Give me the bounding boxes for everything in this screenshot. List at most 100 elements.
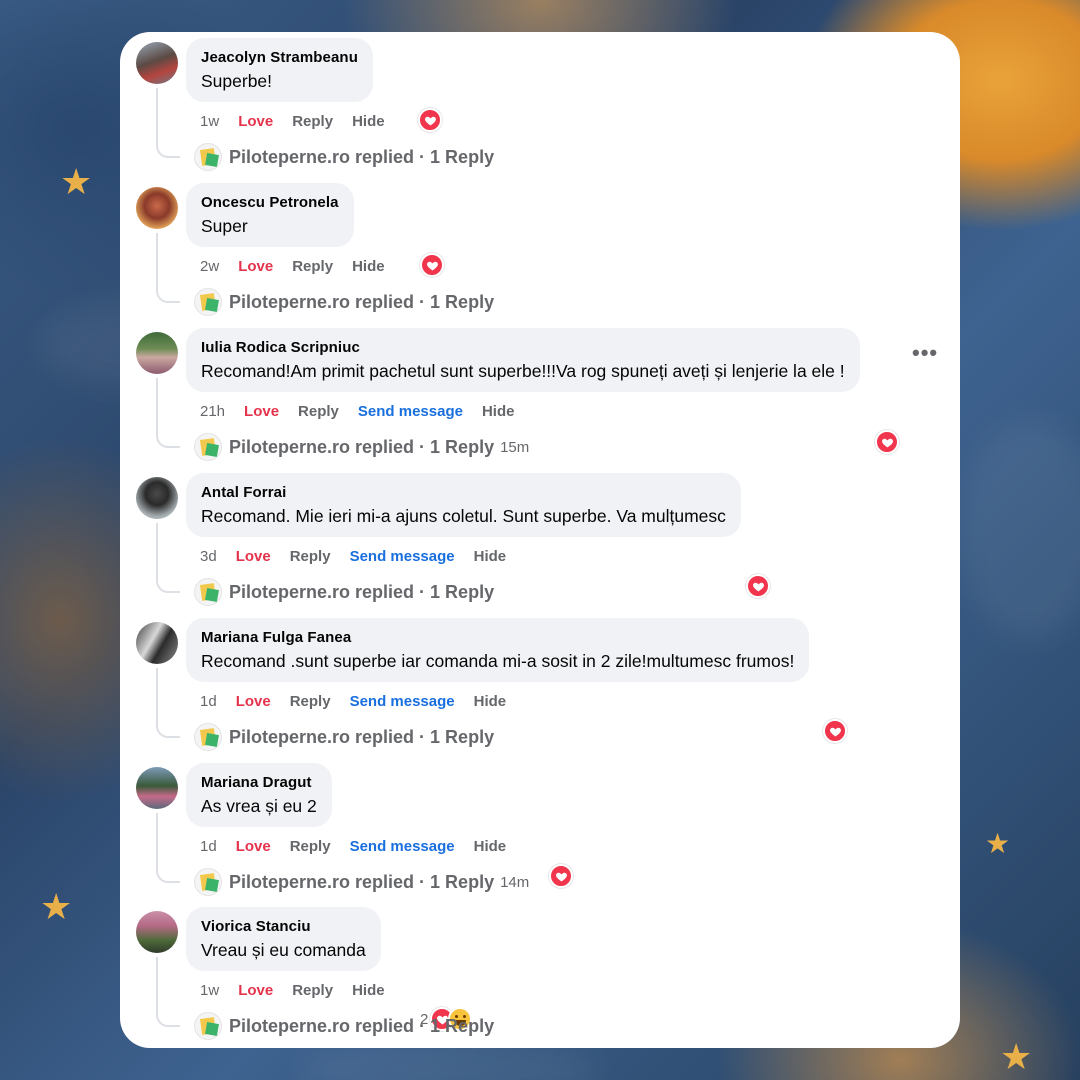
reply-button[interactable]: Reply [290, 838, 331, 855]
thread-line [156, 233, 180, 303]
replied-page-name[interactable]: Piloteperne.ro [229, 1016, 350, 1037]
replied-row[interactable]: Piloteperne.ro replied · 1 Reply [194, 578, 494, 606]
page-avatar-icon [194, 723, 222, 751]
comment-author[interactable]: Antal Forrai [201, 484, 726, 501]
reply-button[interactable]: Reply [292, 113, 333, 130]
comment-time[interactable]: 21h [200, 403, 225, 420]
comment-bubble: Mariana Fulga Fanea Recomand .sunt super… [186, 618, 810, 682]
love-button[interactable]: Love [238, 982, 273, 999]
reply-button[interactable]: Reply [290, 548, 331, 565]
love-button[interactable]: Love [238, 258, 273, 275]
comment-author[interactable]: Viorica Stanciu [201, 918, 366, 935]
replied-row[interactable]: Piloteperne.ro replied · 1 Reply 14m [194, 868, 529, 896]
comment-time[interactable]: 1w [200, 982, 219, 999]
comment-author[interactable]: Iulia Rodica Scripniuc [201, 339, 845, 356]
hide-button[interactable]: Hide [474, 548, 507, 565]
comments-panel: Jeacolyn Strambeanu Superbe! 1w Love Rep… [120, 32, 960, 1048]
replied-row[interactable]: Piloteperne.ro replied · 1 Reply [194, 1012, 494, 1040]
replied-time[interactable]: 15m [500, 439, 529, 456]
comment-text: As vrea și eu 2 [201, 796, 317, 816]
page-avatar-icon [194, 868, 222, 896]
replied-page-name[interactable]: Piloteperne.ro [229, 582, 350, 603]
heart-reaction-icon[interactable] [418, 108, 442, 132]
page-avatar-icon [194, 143, 222, 171]
send-message-button[interactable]: Send message [350, 693, 455, 710]
love-button[interactable]: Love [236, 838, 271, 855]
comment-actions: 1d Love Reply Send message Hide [200, 690, 525, 712]
hide-button[interactable]: Hide [482, 403, 515, 420]
thread-line [156, 378, 180, 448]
hide-button[interactable]: Hide [352, 113, 385, 130]
replied-page-name[interactable]: Piloteperne.ro [229, 292, 350, 313]
avatar[interactable] [136, 477, 178, 519]
replied-page-name[interactable]: Piloteperne.ro [229, 872, 350, 893]
comment-text: Vreau și eu comanda [201, 940, 366, 960]
star-icon: ★ [1000, 1037, 1033, 1078]
comment-item: Mariana Fulga Fanea Recomand .sunt super… [120, 612, 960, 757]
star-icon: ★ [985, 827, 1011, 860]
comment-time[interactable]: 1d [200, 693, 217, 710]
replied-row[interactable]: Piloteperne.ro replied · 1 Reply [194, 143, 494, 171]
comment-text: Recomand .sunt superbe iar comanda mi-a … [201, 651, 795, 671]
replied-page-name[interactable]: Piloteperne.ro [229, 147, 350, 168]
reply-button[interactable]: Reply [292, 982, 333, 999]
love-button[interactable]: Love [238, 113, 273, 130]
comment-author[interactable]: Mariana Fulga Fanea [201, 629, 794, 646]
comment-time[interactable]: 3d [200, 548, 217, 565]
heart-reaction-icon[interactable] [875, 430, 899, 454]
avatar[interactable] [136, 911, 178, 953]
reply-button[interactable]: Reply [292, 258, 333, 275]
love-button[interactable]: Love [236, 693, 271, 710]
comment-actions: 1d Love Reply Send message Hide [200, 835, 525, 857]
replied-label[interactable]: replied · 1 Reply [355, 147, 494, 168]
avatar[interactable] [136, 42, 178, 84]
comment-time[interactable]: 2w [200, 258, 219, 275]
comment-bubble: Iulia Rodica Scripniuc Recomand!Am primi… [186, 328, 860, 392]
replied-row[interactable]: Piloteperne.ro replied · 1 Reply 15m [194, 433, 529, 461]
avatar[interactable] [136, 622, 178, 664]
avatar[interactable] [136, 332, 178, 374]
replied-label[interactable]: replied · 1 Reply [355, 872, 494, 893]
replied-page-name[interactable]: Piloteperne.ro [229, 437, 350, 458]
avatar[interactable] [136, 187, 178, 229]
comment-text: Recomand!Am primit pachetul sunt superbe… [201, 361, 845, 381]
send-message-button[interactable]: Send message [358, 403, 463, 420]
comment-author[interactable]: Oncescu Petronela [201, 194, 339, 211]
comment-item: Iulia Rodica Scripniuc Recomand!Am primi… [120, 322, 960, 467]
fabric-highlight [960, 420, 1080, 640]
comment-author[interactable]: Mariana Dragut [201, 774, 317, 791]
replied-row[interactable]: Piloteperne.ro replied · 1 Reply [194, 723, 494, 751]
love-button[interactable]: Love [244, 403, 279, 420]
hide-button[interactable]: Hide [474, 838, 507, 855]
heart-reaction-icon[interactable] [549, 864, 573, 888]
heart-reaction-icon[interactable] [823, 719, 847, 743]
comment-actions: 1w Love Reply Hide [200, 110, 404, 132]
send-message-button[interactable]: Send message [350, 548, 455, 565]
replied-page-name[interactable]: Piloteperne.ro [229, 727, 350, 748]
replied-label[interactable]: replied · 1 Reply [355, 727, 494, 748]
heart-reaction-icon[interactable] [746, 574, 770, 598]
comment-time[interactable]: 1w [200, 113, 219, 130]
thread-line [156, 523, 180, 593]
replied-label[interactable]: replied · 1 Reply [355, 292, 494, 313]
comment-time[interactable]: 1d [200, 838, 217, 855]
comment-author[interactable]: Jeacolyn Strambeanu [201, 49, 358, 66]
love-button[interactable]: Love [236, 548, 271, 565]
reply-button[interactable]: Reply [290, 693, 331, 710]
avatar[interactable] [136, 767, 178, 809]
replied-label[interactable]: replied · 1 Reply [355, 1016, 494, 1037]
reply-button[interactable]: Reply [298, 403, 339, 420]
replied-label[interactable]: replied · 1 Reply [355, 582, 494, 603]
comment-actions: 3d Love Reply Send message Hide [200, 545, 525, 567]
replied-row[interactable]: Piloteperne.ro replied · 1 Reply [194, 288, 494, 316]
heart-reaction-icon[interactable] [420, 253, 444, 277]
more-options-icon[interactable]: ••• [912, 340, 938, 366]
replied-time[interactable]: 14m [500, 874, 529, 891]
page-avatar-icon [194, 1012, 222, 1040]
replied-label[interactable]: replied · 1 Reply [355, 437, 494, 458]
page-avatar-icon [194, 288, 222, 316]
send-message-button[interactable]: Send message [350, 838, 455, 855]
hide-button[interactable]: Hide [352, 982, 385, 999]
hide-button[interactable]: Hide [352, 258, 385, 275]
hide-button[interactable]: Hide [474, 693, 507, 710]
